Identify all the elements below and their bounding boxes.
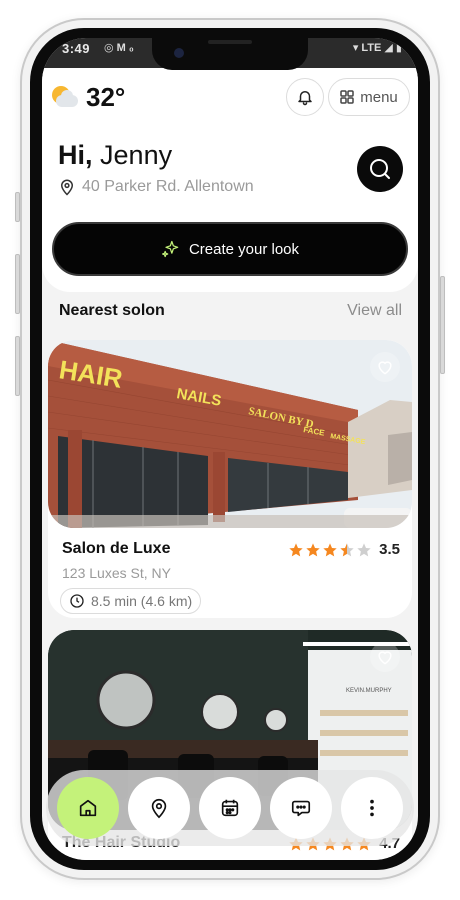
menu-label: menu bbox=[360, 88, 398, 106]
greeting-hi: Hi, bbox=[58, 140, 93, 170]
speaker bbox=[208, 40, 252, 44]
notifications-button[interactable] bbox=[286, 78, 324, 116]
weather-widget: 32° bbox=[50, 82, 125, 113]
front-camera bbox=[174, 48, 184, 58]
notch bbox=[152, 38, 308, 70]
brand-sign-text: KEVIN.MURPHY bbox=[346, 688, 392, 694]
salon-rating: 3.5 bbox=[288, 541, 400, 558]
bottom-nav bbox=[46, 770, 414, 846]
heart-icon bbox=[378, 361, 392, 375]
sparkle-icon bbox=[162, 240, 179, 258]
star-icon bbox=[323, 542, 337, 556]
map-pin-icon bbox=[151, 798, 167, 819]
nav-messages-button[interactable] bbox=[270, 777, 333, 839]
nav-calendar-button[interactable] bbox=[198, 777, 261, 839]
nav-more-button[interactable] bbox=[341, 777, 404, 839]
status-time: 3:49 bbox=[62, 41, 91, 56]
user-location[interactable]: 40 Parker Rd. Allentown bbox=[58, 178, 254, 196]
half-star-icon bbox=[340, 542, 354, 556]
star-icon bbox=[289, 542, 303, 556]
side-button-mute bbox=[15, 192, 20, 222]
salon-card[interactable]: HAIR NAILS SALON BY D FACE MASSAGE Salon… bbox=[48, 340, 412, 618]
chat-icon bbox=[292, 800, 311, 817]
calendar-icon bbox=[221, 799, 239, 817]
search-icon bbox=[370, 159, 390, 179]
grid-icon bbox=[340, 90, 354, 104]
create-your-look-button[interactable]: Create your look bbox=[52, 222, 408, 276]
star-icon bbox=[306, 542, 320, 556]
more-vertical-icon bbox=[370, 799, 375, 817]
user-name: Jenny bbox=[100, 140, 173, 170]
salon-name: Salon de Luxe bbox=[62, 540, 171, 557]
temperature: 32° bbox=[86, 82, 126, 112]
side-button-power bbox=[440, 276, 445, 374]
side-button-volume-up bbox=[15, 254, 20, 314]
create-label: Create your look bbox=[188, 240, 300, 258]
app-screen: 3:49 ◎ M ₀ ▾ LTE ◢ ▮ 32° menu Hi, Jenny bbox=[42, 38, 418, 860]
bell-icon bbox=[298, 91, 312, 106]
nearest-salon-title: Nearest solon bbox=[59, 302, 165, 319]
salon-address: 123 Luxes St, NY bbox=[62, 565, 171, 581]
clock-icon bbox=[70, 594, 84, 608]
menu-button[interactable]: menu bbox=[328, 78, 410, 116]
partly-cloudy-icon bbox=[50, 84, 80, 112]
distance-text: 8.5 min (4.6 km) bbox=[91, 593, 193, 609]
favorite-button[interactable] bbox=[370, 642, 400, 672]
heart-icon bbox=[378, 651, 392, 665]
search-button[interactable] bbox=[357, 146, 403, 192]
rating-value: 3.5 bbox=[379, 541, 400, 558]
distance-badge: 8.5 min (4.6 km) bbox=[60, 588, 202, 614]
side-button-volume-down bbox=[15, 336, 20, 396]
view-all-link[interactable]: View all bbox=[347, 302, 402, 320]
home-icon bbox=[79, 799, 96, 817]
header-card: 32° menu Hi, Jenny 40 Parker Rd. Allento… bbox=[42, 68, 418, 292]
star-empty-icon bbox=[357, 542, 371, 556]
salon-photo: HAIR NAILS SALON BY D FACE MASSAGE bbox=[48, 340, 412, 528]
favorite-button[interactable] bbox=[370, 352, 400, 382]
greeting: Hi, Jenny bbox=[58, 140, 172, 171]
status-right-icons: ▾ LTE ◢ ▮ bbox=[352, 42, 402, 54]
location-pin-icon bbox=[60, 179, 74, 196]
nav-map-button[interactable] bbox=[127, 777, 190, 839]
status-left-icons: ◎ M ₀ bbox=[104, 42, 134, 54]
nav-home-button[interactable] bbox=[56, 777, 119, 839]
address-text: 40 Parker Rd. Allentown bbox=[82, 178, 254, 195]
